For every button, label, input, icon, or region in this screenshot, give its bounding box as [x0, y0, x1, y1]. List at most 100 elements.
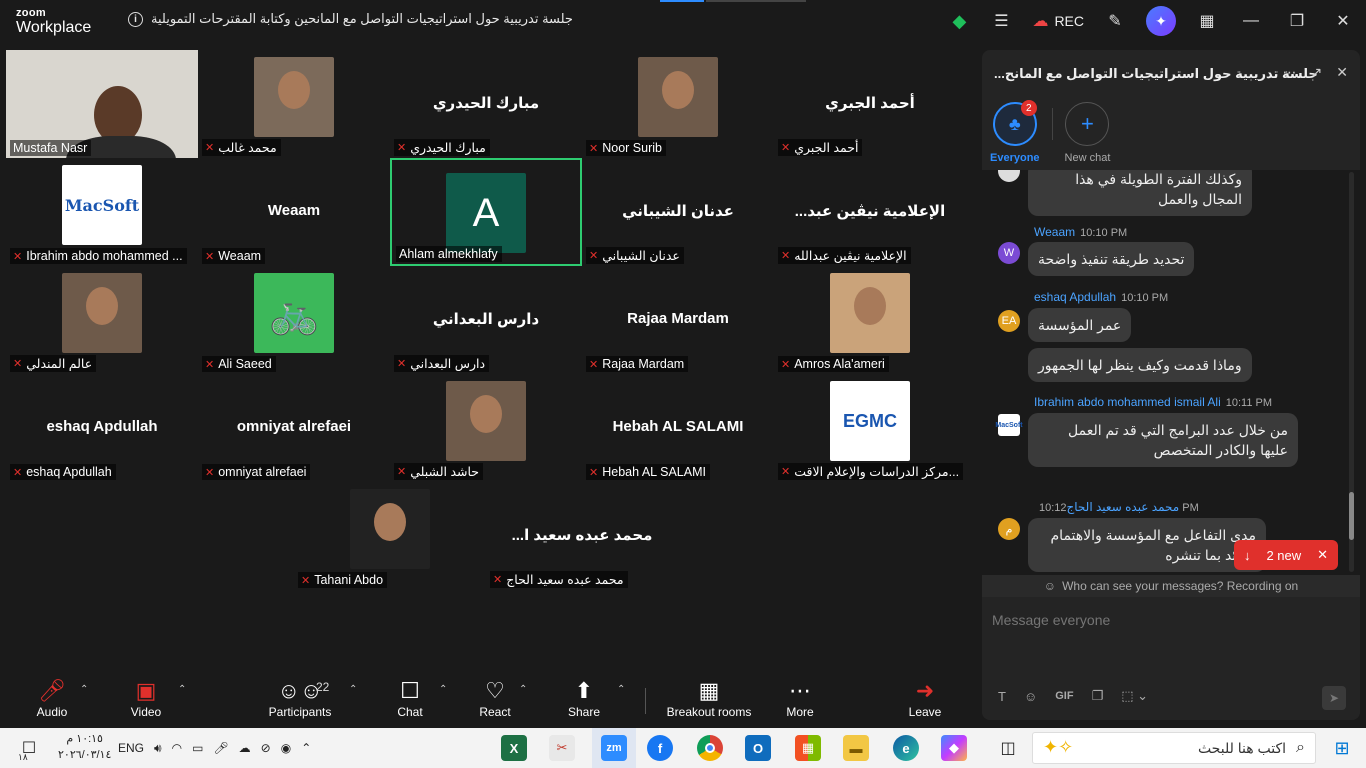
dismiss-icon[interactable]: ✕: [1317, 547, 1328, 563]
volume-icon[interactable]: 🔊︎: [154, 741, 162, 756]
close-chat-icon[interactable]: ✕: [1336, 64, 1348, 81]
participant-name: Mustafa Nasr: [13, 141, 88, 155]
participant-tile[interactable]: omniyat alrefaei ✕ omniyat alrefaei: [198, 374, 390, 482]
participants-button[interactable]: ☺☺ Participants: [266, 670, 334, 728]
gif-button[interactable]: GIF: [1055, 690, 1073, 702]
participant-tile[interactable]: eshaq Apdullah ✕ eshaq Apdullah: [6, 374, 198, 482]
store-icon[interactable]: ▦: [794, 728, 822, 768]
participant-tile[interactable]: عدنان الشيباني ✕ عدنان الشيباني: [582, 158, 774, 266]
zoom-taskbar-icon[interactable]: zm: [592, 728, 636, 768]
taskbar-search[interactable]: ✦✧ اكتب هنا للبحث ⌕: [1032, 732, 1316, 764]
leave-button[interactable]: ➜ Leave: [904, 670, 946, 728]
wifi-icon[interactable]: ◠: [172, 741, 182, 755]
file-explorer-icon[interactable]: ▬: [842, 728, 870, 768]
participant-tile[interactable]: أحمد الجبري ✕ أحمد الجبري: [774, 50, 966, 158]
privacy-note[interactable]: ☺ Who can see your messages? Recording o…: [982, 575, 1360, 597]
share-screen-icon: ⬆: [574, 678, 594, 703]
info-icon[interactable]: i: [128, 11, 143, 27]
participant-tile[interactable]: Weaam ✕ Weaam: [198, 158, 390, 266]
participant-tile[interactable]: ...الإعلامية نيڤين عبد ✕ الإعلامية نيڤين ع…: [774, 158, 966, 266]
annotate-icon[interactable]: ✎: [1094, 0, 1136, 42]
participant-tile[interactable]: ✕ Noor Surib: [582, 50, 774, 158]
language-indicator[interactable]: ENG: [118, 741, 144, 755]
onedrive-icon[interactable]: ☁: [239, 741, 251, 755]
participant-tile[interactable]: دارس البعداني ✕ دارس البعداني: [390, 266, 582, 374]
clock[interactable]: ١٠:١٥ م ٢٠٢٦/٠٣/١٤: [58, 731, 111, 763]
screenshot-icon[interactable]: ⬚ ⌄: [1121, 688, 1148, 704]
excel-icon[interactable]: X: [500, 728, 528, 768]
battery-icon[interactable]: ▭: [192, 741, 203, 755]
network-off-icon[interactable]: ⊘: [261, 741, 271, 755]
scrollbar-thumb[interactable]: [1349, 492, 1354, 540]
system-tray: ENG 🔊︎ ◠ ▭ 🎤︎ ☁ ⊘ ◉ ⌃: [118, 728, 311, 768]
show-hidden-icons-chevron-icon[interactable]: ⌃: [301, 741, 311, 755]
chat-button[interactable]: ☐ Chat: [390, 670, 430, 728]
edge-icon[interactable]: e: [892, 728, 920, 768]
participant-tile[interactable]: ✕ Tahani Abdo: [294, 482, 486, 590]
react-button[interactable]: ♡ React: [474, 670, 516, 728]
share-options-chevron-icon[interactable]: ⌃: [617, 684, 625, 695]
heart-icon: ♡: [485, 678, 505, 703]
participant-tile[interactable]: 🚲 ✕ Ali Saeed: [198, 266, 390, 374]
rec-button[interactable]: ☁ REC: [1022, 11, 1094, 31]
format-text-icon[interactable]: T: [998, 689, 1006, 704]
participant-tile[interactable]: Mustafa Nasr: [6, 50, 198, 158]
restore-icon[interactable]: ❐: [1274, 0, 1320, 42]
mic-muted-icon: ✕: [397, 142, 407, 154]
audio-options-chevron-icon[interactable]: ⌃: [80, 684, 88, 695]
microphone-icon[interactable]: 🎤︎: [213, 741, 228, 755]
participants-options-chevron-icon[interactable]: ⌃: [349, 684, 357, 695]
tab-new-chat-label: New chat: [1064, 152, 1111, 164]
participant-tile[interactable]: ✕ عالم المندلي: [6, 266, 198, 374]
snipping-tool-icon[interactable]: ✂: [548, 728, 576, 768]
message-list[interactable]: وكذلك الفترة الطويلة في هذا المجال والعم…: [982, 170, 1360, 575]
participant-tile[interactable]: Rajaa Mardam ✕ Rajaa Mardam: [582, 266, 774, 374]
person-icon: ☺: [1043, 579, 1057, 593]
video-button[interactable]: ▣ Video: [124, 670, 168, 728]
outlook-icon[interactable]: O: [744, 728, 772, 768]
chat-scrollbar[interactable]: [1349, 172, 1354, 572]
breakout-label: Breakout rooms: [666, 705, 752, 719]
video-options-chevron-icon[interactable]: ⌃: [178, 684, 186, 695]
participant-tile[interactable]: Hebah AL SALAMI ✕ Hebah AL SALAMI: [582, 374, 774, 482]
pop-out-icon[interactable]: ↗: [1311, 64, 1323, 81]
participant-tile[interactable]: ✕ حاشد الشبلي: [390, 374, 582, 482]
participant-tile[interactable]: EGMC ✕ مركز الدراسات والإعلام الاقت...: [774, 374, 966, 482]
chat-options-chevron-icon[interactable]: ⌃: [439, 684, 447, 695]
copilot-icon[interactable]: ◆: [940, 728, 968, 768]
audio-button[interactable]: 🎤︎ Audio: [30, 670, 74, 728]
send-icon[interactable]: ➤: [1322, 686, 1346, 710]
file-icon[interactable]: ❐: [1092, 688, 1104, 704]
participant-tile[interactable]: ✕ محمد غالب: [198, 50, 390, 158]
meeting-info[interactable]: i جلسة تدريبية حول استراتيجيات التواصل م…: [128, 11, 573, 27]
react-options-chevron-icon[interactable]: ⌃: [519, 684, 527, 695]
participant-tile[interactable]: A Ahlam almekhlafy: [390, 158, 582, 266]
tab-new-chat[interactable]: + New chat: [1064, 102, 1111, 164]
chrome-icon[interactable]: [696, 728, 724, 768]
tab-everyone[interactable]: ♣ 2 Everyone: [990, 100, 1040, 164]
breakout-rooms-button[interactable]: ▦ Breakout rooms: [664, 670, 754, 728]
camera-icon[interactable]: ◉: [281, 741, 291, 755]
more-options-icon[interactable]: ⋯: [1283, 64, 1297, 81]
shield-icon[interactable]: ◆: [938, 0, 980, 42]
message-header: Ibrahim abdo mohammed ismail Ali 10:11 PM: [1034, 395, 1272, 409]
participant-tile[interactable]: ✕ Amros Ala'ameri: [774, 266, 966, 374]
participant-tile[interactable]: MacSoft ✕ Ibrahim abdo mohammed ...: [6, 158, 198, 266]
task-view-icon[interactable]: ◫: [994, 728, 1022, 768]
start-icon[interactable]: ⊞: [1324, 728, 1360, 768]
ai-companion-icon[interactable]: ✦: [1146, 6, 1176, 36]
profile-face: [662, 71, 694, 109]
minimize-icon[interactable]: —: [1228, 0, 1274, 42]
facebook-icon[interactable]: f: [646, 728, 674, 768]
apps-grid-icon[interactable]: ▦: [1186, 0, 1228, 42]
more-button[interactable]: ⋯ More: [780, 670, 820, 728]
message-input[interactable]: [992, 608, 1332, 632]
new-messages-pill[interactable]: ↓ 2 new ✕: [1234, 540, 1338, 570]
participant-tile[interactable]: ...محمد عبده سعيد ا ✕ محمد عبده سعيد الحاج: [486, 482, 678, 590]
participant-name: محمد غالب: [218, 141, 277, 155]
participant-tile[interactable]: مبارك الحيدري ✕ مبارك الحيدري: [390, 50, 582, 158]
share-button[interactable]: ⬆ Share: [564, 670, 604, 728]
notes-icon[interactable]: ☰: [980, 0, 1022, 42]
close-icon[interactable]: ✕: [1320, 0, 1366, 42]
emoji-icon[interactable]: ☺: [1024, 689, 1037, 704]
